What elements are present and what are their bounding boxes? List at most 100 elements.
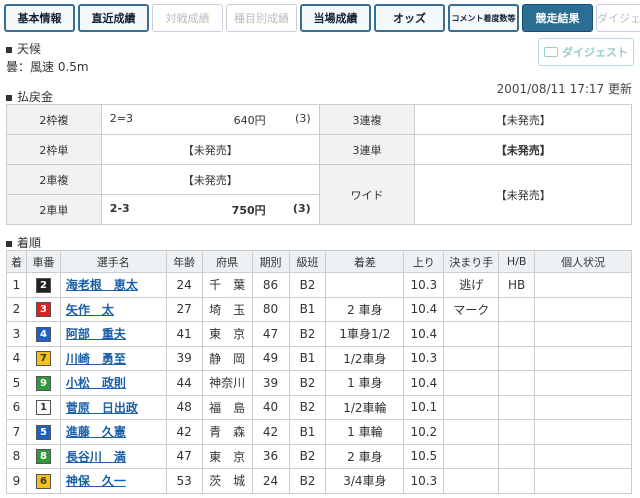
- cell-margin: [325, 272, 405, 298]
- payout-label: 3連複: [318, 104, 416, 135]
- cell-class: B1: [288, 345, 327, 371]
- cell-hb: [498, 468, 536, 494]
- cell-rank: 8: [6, 443, 27, 469]
- payout-heading: 払戻金: [6, 88, 53, 105]
- cell-car: 9: [25, 370, 61, 396]
- table-row: 3 4 阿部 重夫 41 東 京 47 B2 1車身1/2 10.4: [6, 321, 632, 347]
- cell-term: 86: [251, 272, 290, 298]
- table-row: 9 6 神保 久一 53 茨 城 24 B2 3/4車身 10.3: [6, 468, 632, 494]
- tab-head-to-head: 対戦成績: [152, 4, 223, 32]
- tab-event-results: 種目別成績: [226, 4, 297, 32]
- cell-status: [534, 419, 632, 445]
- payout-label: 2枠複: [6, 104, 102, 135]
- cell-margin: 1 車輪: [325, 419, 405, 445]
- col-term: 期別: [251, 250, 290, 273]
- results-table: 着 車番 選手名 年齢 府県 期別 級班 着差 上り 決まり手 H/B 個人状況…: [6, 250, 632, 494]
- racer-name-link[interactable]: 進藤 久憲: [66, 425, 126, 439]
- cell-age: 44: [165, 370, 203, 396]
- cell-term: 47: [251, 321, 290, 347]
- cell-hb: [498, 419, 536, 445]
- racer-name-link[interactable]: 菅原 日出政: [66, 401, 138, 415]
- car-number-badge: 2: [35, 277, 51, 293]
- cell-kimarite: マーク: [443, 296, 500, 322]
- cell-term: 49: [251, 345, 290, 371]
- cell-class: B2: [288, 468, 327, 494]
- racer-name-link[interactable]: 小松 政則: [66, 376, 126, 390]
- cell-age: 48: [165, 394, 203, 420]
- cell-name: 阿部 重夫: [59, 321, 167, 347]
- tab-comments[interactable]: コメント着度数等: [448, 4, 519, 32]
- cell-pref: 青 森: [201, 419, 253, 445]
- cell-agari: 10.3: [403, 272, 445, 298]
- cell-agari: 10.2: [403, 419, 445, 445]
- cell-margin: 1 車身: [325, 370, 405, 396]
- cell-car: 6: [25, 468, 61, 494]
- payout-label: ワイド: [318, 164, 416, 225]
- cell-agari: 10.1: [403, 394, 445, 420]
- racer-name-link[interactable]: 矢作 太: [66, 303, 114, 317]
- cell-name: 海老根 恵太: [59, 272, 167, 298]
- tab-basic-info[interactable]: 基本情報: [4, 4, 75, 32]
- cell-status: [534, 345, 632, 371]
- payout-value: 2=3 640円 (3): [100, 104, 320, 135]
- cell-class: B2: [288, 394, 327, 420]
- payout-value: 【未発売】: [414, 104, 632, 135]
- video-icon: [544, 47, 558, 57]
- cell-kimarite: [443, 443, 500, 469]
- cell-rank: 7: [6, 419, 27, 445]
- cell-class: B1: [288, 419, 327, 445]
- car-number-badge: 7: [35, 351, 51, 367]
- cell-rank: 5: [6, 370, 27, 396]
- col-pref: 府県: [201, 250, 253, 273]
- cell-margin: 2 車身: [325, 296, 405, 322]
- cell-kimarite: [443, 419, 500, 445]
- col-age: 年齢: [165, 250, 203, 273]
- tab-recent-results[interactable]: 直近成績: [78, 4, 149, 32]
- cell-agari: 10.4: [403, 296, 445, 322]
- tab-venue-results[interactable]: 当場成績: [300, 4, 371, 32]
- weather-heading: 天候: [6, 40, 41, 57]
- cell-name: 川崎 勇至: [59, 345, 167, 371]
- racer-name-link[interactable]: 海老根 恵太: [66, 278, 138, 292]
- cell-rank: 9: [6, 468, 27, 494]
- payout-value: 2-3 750円 (3): [100, 194, 320, 225]
- racer-name-link[interactable]: 長谷川 満: [66, 450, 126, 464]
- updated-timestamp: 2001/08/11 17:17 更新: [496, 82, 632, 96]
- cell-status: [534, 370, 632, 396]
- racer-name-link[interactable]: 神保 久一: [66, 474, 126, 488]
- digest-button[interactable]: ダイジェスト: [538, 38, 634, 66]
- cell-car: 3: [25, 296, 61, 322]
- col-agari: 上り: [403, 250, 445, 273]
- payout-table: 2枠複 2=3 640円 (3) 3連複 【未発売】 2枠単 【未発売】 3連単…: [6, 104, 632, 225]
- results-header-row: 着 車番 選手名 年齢 府県 期別 級班 着差 上り 決まり手 H/B 個人状況: [6, 250, 632, 273]
- cell-margin: 1/2車輪: [325, 394, 405, 420]
- cell-hb: [498, 443, 536, 469]
- racer-name-link[interactable]: 川崎 勇至: [66, 352, 126, 366]
- cell-hb: HB: [498, 272, 536, 298]
- cell-pref: 茨 城: [201, 468, 253, 494]
- cell-age: 39: [165, 345, 203, 371]
- payout-value: 【未発売】: [414, 164, 632, 225]
- cell-age: 53: [165, 468, 203, 494]
- cell-margin: 2 車身: [325, 443, 405, 469]
- racer-name-link[interactable]: 阿部 重夫: [66, 327, 126, 341]
- cell-kimarite: [443, 370, 500, 396]
- tab-race-result[interactable]: 競走結果: [522, 4, 593, 32]
- table-row: 6 1 菅原 日出政 48 福 島 40 B2 1/2車輪 10.1: [6, 394, 632, 420]
- cell-name: 小松 政則: [59, 370, 167, 396]
- cell-hb: [498, 394, 536, 420]
- cell-hb: [498, 370, 536, 396]
- col-name: 選手名: [59, 250, 167, 273]
- cell-agari: 10.3: [403, 345, 445, 371]
- cell-car: 1: [25, 394, 61, 420]
- cell-pref: 千 葉: [201, 272, 253, 298]
- weather-value: 曇：風速 0.5m: [6, 60, 89, 74]
- cell-margin: 1/2車身: [325, 345, 405, 371]
- cell-hb: [498, 296, 536, 322]
- tab-odds[interactable]: オッズ: [374, 4, 445, 32]
- cell-hb: [498, 345, 536, 371]
- cell-age: 47: [165, 443, 203, 469]
- cell-car: 5: [25, 419, 61, 445]
- car-number-badge: 9: [35, 375, 51, 391]
- table-row: 8 8 長谷川 満 47 東 京 36 B2 2 車身 10.5: [6, 443, 632, 469]
